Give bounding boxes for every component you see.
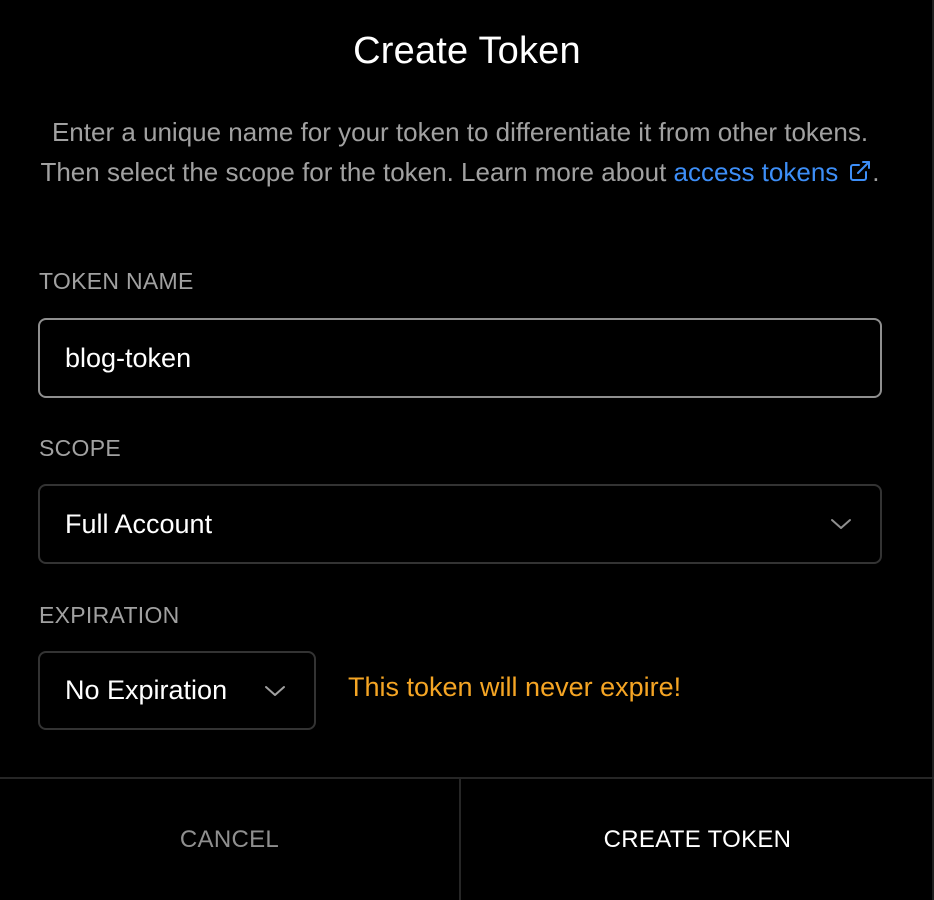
expiration-select[interactable]: No Expiration [38, 651, 316, 730]
scope-select[interactable]: Full Account [38, 484, 882, 564]
create-token-button[interactable]: CREATE TOKEN [461, 779, 934, 900]
cancel-button[interactable]: CANCEL [0, 779, 459, 900]
scope-selected-value: Full Account [65, 508, 213, 539]
expiration-selected-value: No Expiration [65, 675, 228, 705]
token-name-label: TOKEN NAME [39, 268, 194, 294]
expiration-warning: This token will never expire! [348, 672, 682, 702]
external-link-icon [848, 154, 872, 194]
access-tokens-link[interactable]: access tokens [674, 157, 873, 187]
dialog-title: Create Token [353, 30, 581, 72]
create-token-dialog: Create Token Enter a unique name for you… [0, 0, 934, 900]
expiration-label: EXPIRATION [39, 602, 180, 628]
access-tokens-link-label: access tokens [673, 157, 839, 187]
dialog-description: Enter a unique name for your token to di… [30, 112, 890, 194]
description-period: . [872, 157, 880, 187]
scope-label: SCOPE [39, 435, 122, 461]
token-name-field[interactable] [38, 318, 882, 398]
chevron-down-icon [830, 486, 852, 562]
token-name-input[interactable] [40, 320, 880, 396]
chevron-down-icon [264, 653, 286, 728]
